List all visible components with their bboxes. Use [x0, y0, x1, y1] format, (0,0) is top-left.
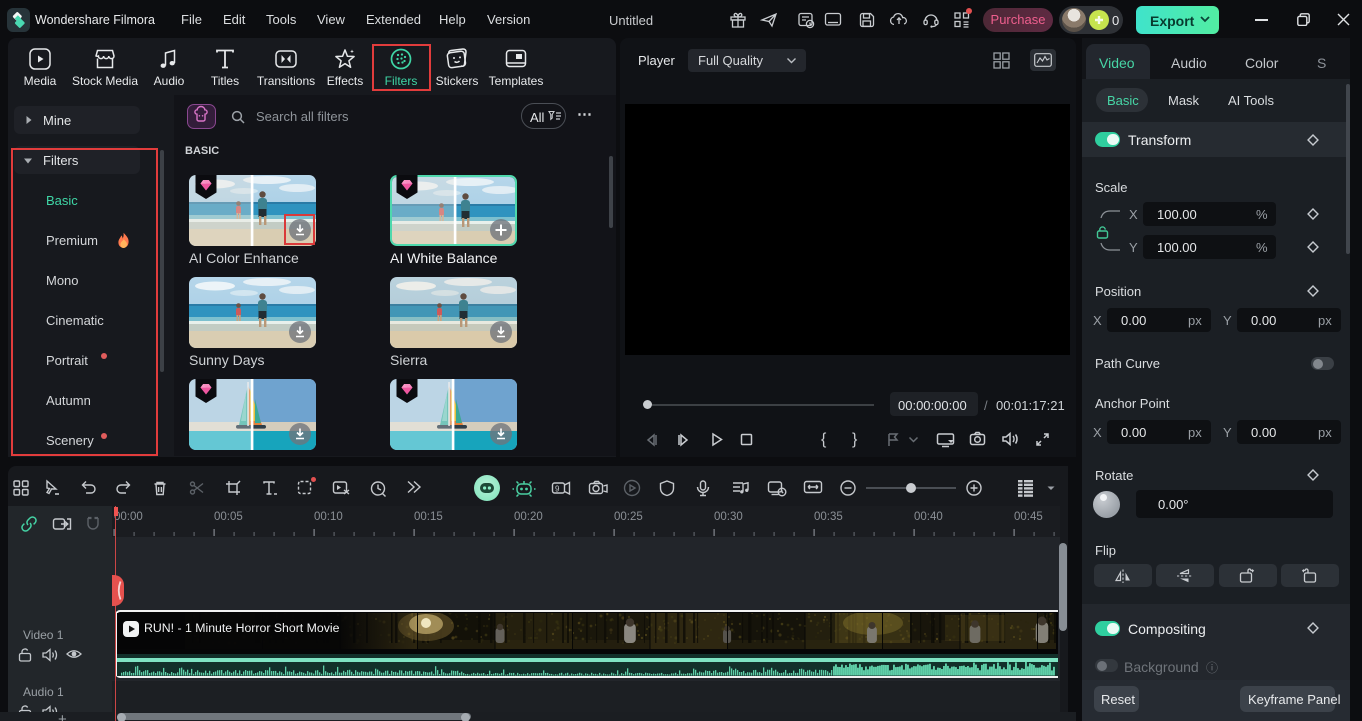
svg-text:9: 9	[555, 485, 560, 494]
